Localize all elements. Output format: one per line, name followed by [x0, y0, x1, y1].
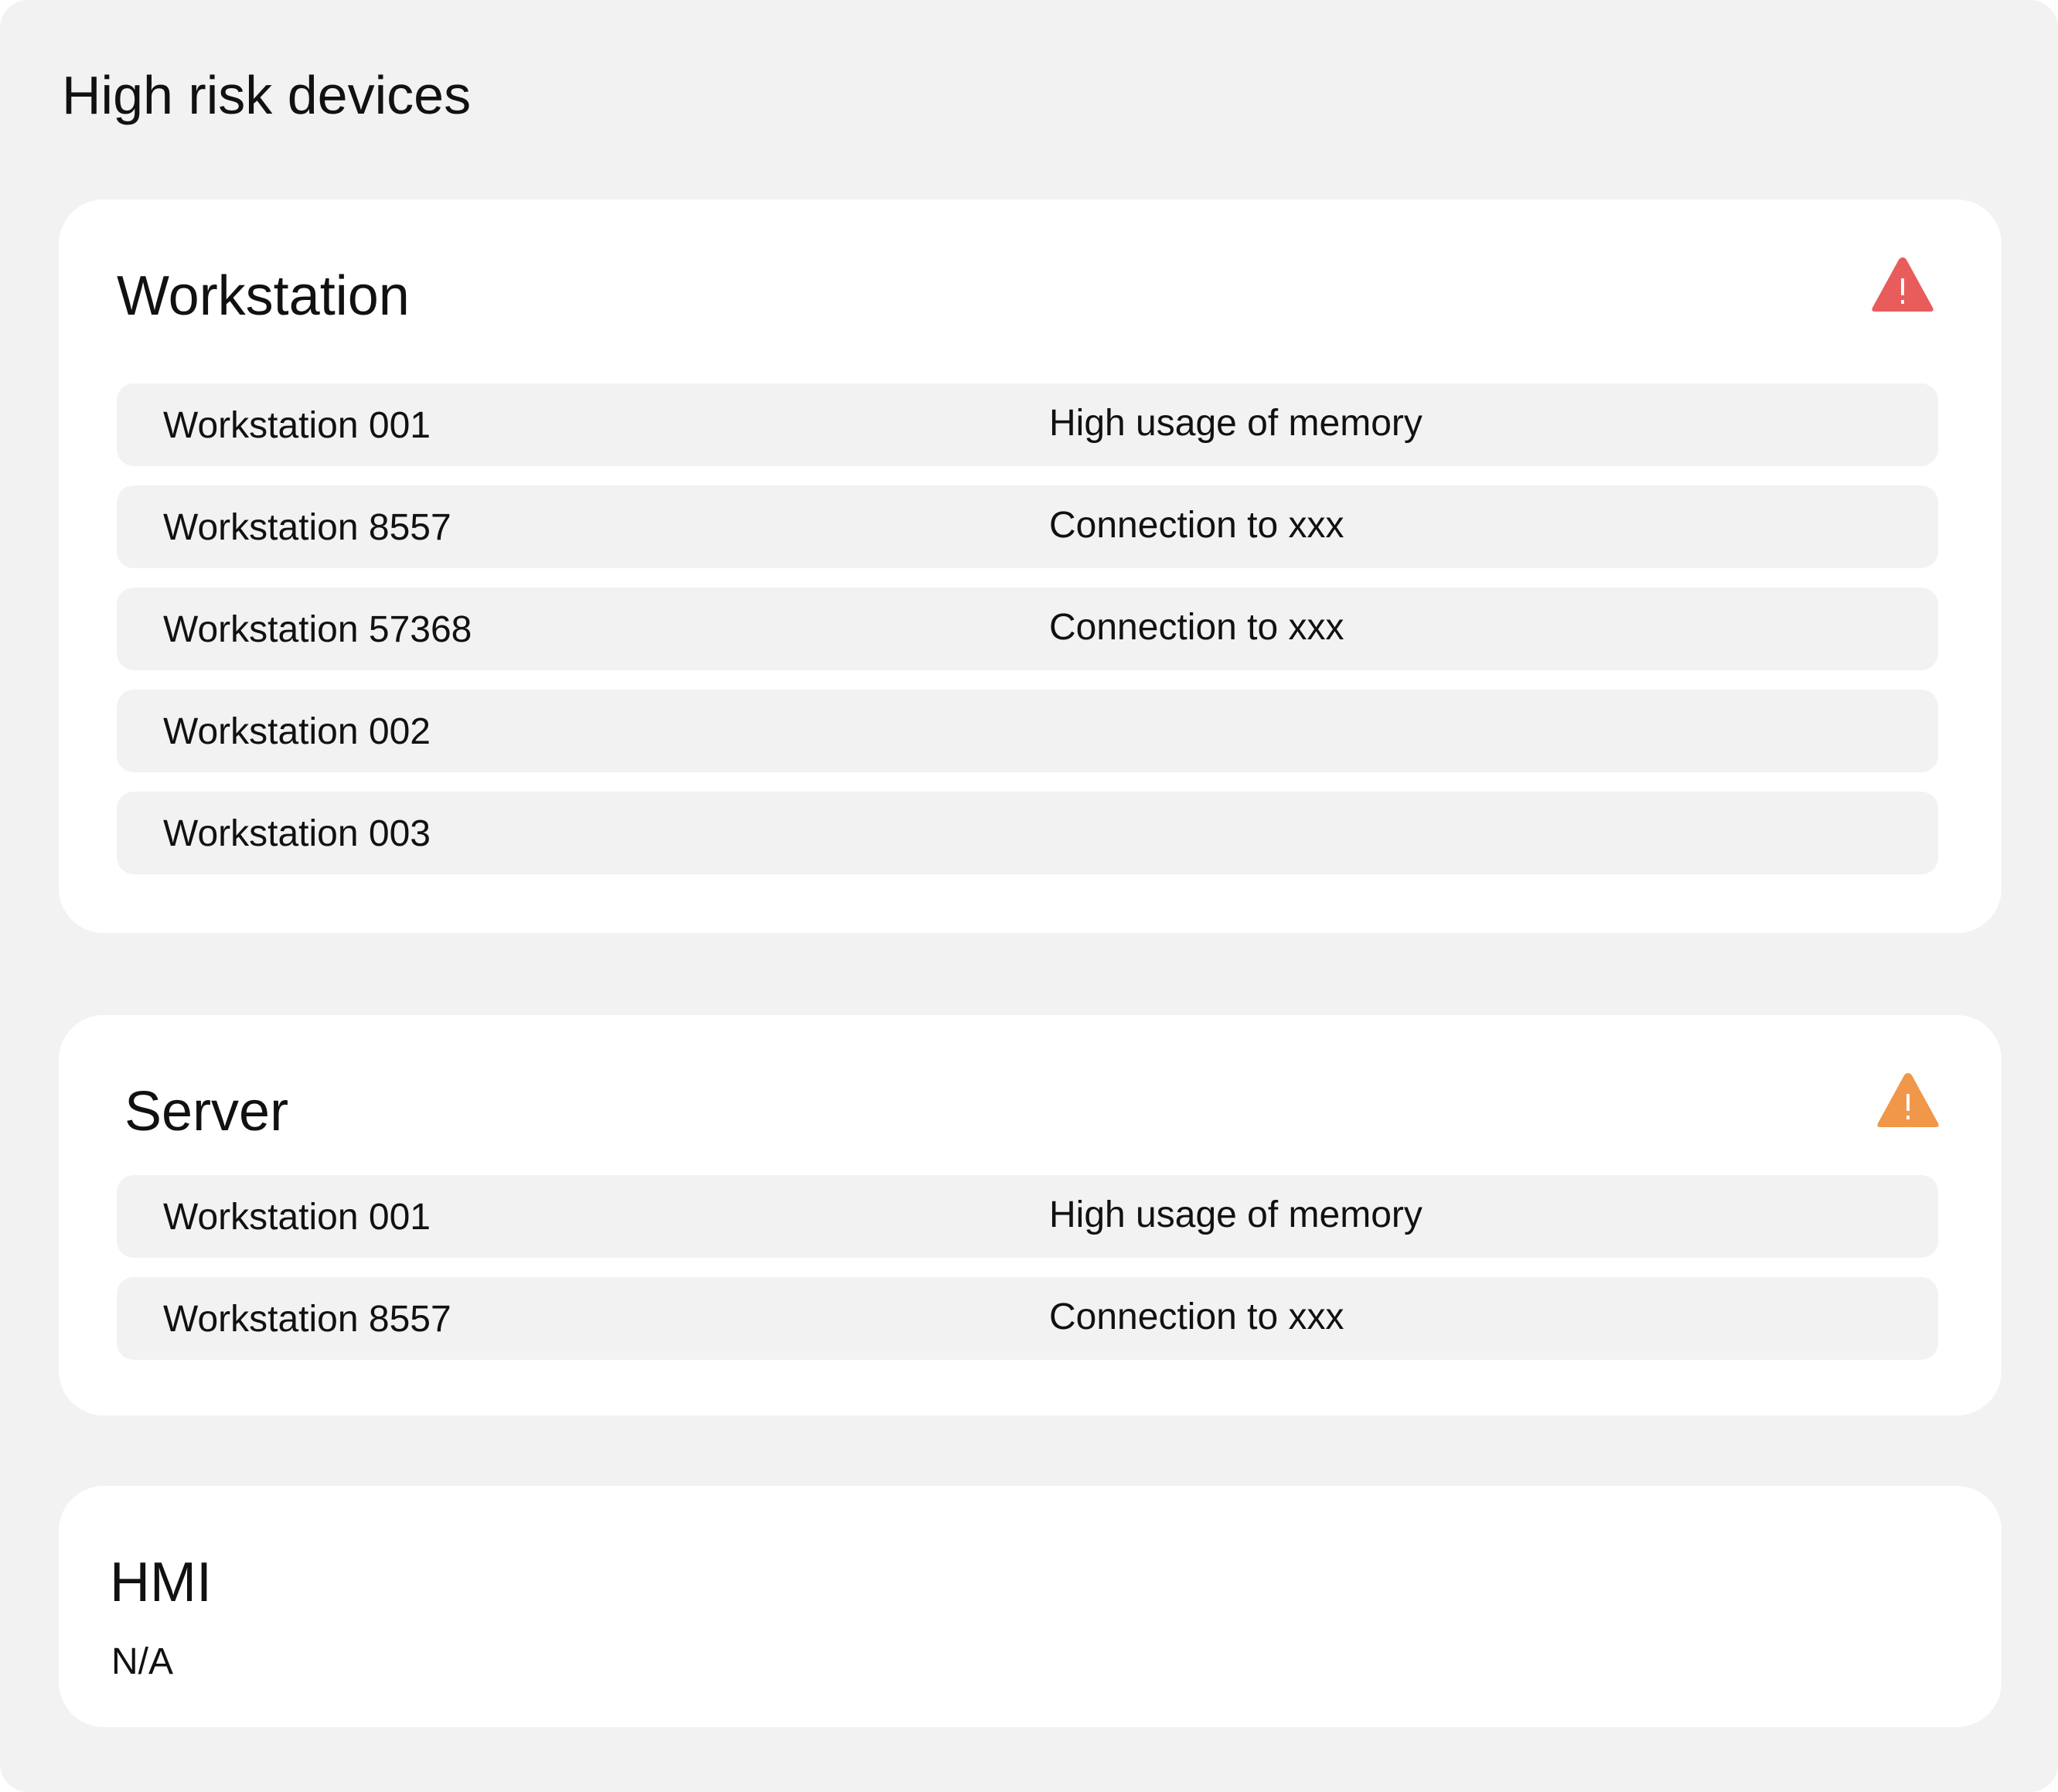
device-name: Workstation 001 — [163, 405, 431, 446]
device-name: Workstation 8557 — [163, 507, 451, 548]
warning-triangle-icon — [1877, 1073, 1939, 1127]
device-name: Workstation 003 — [163, 813, 431, 854]
table-row[interactable]: Workstation 002 — [117, 690, 1938, 772]
table-row[interactable]: Workstation 8557 Connection to xxx — [117, 1277, 1938, 1360]
table-row[interactable]: Workstation 001 High usage of memory — [117, 383, 1938, 466]
device-name: Workstation 8557 — [163, 1299, 451, 1340]
workstation-card: Workstation Workstation 001 High usage o… — [59, 199, 2002, 933]
empty-state-text: N/A — [111, 1641, 174, 1682]
card-title: Server — [124, 1081, 289, 1143]
server-card: Server Workstation 001 High usage of mem… — [59, 1015, 2002, 1416]
table-row[interactable]: Workstation 001 High usage of memory — [117, 1175, 1938, 1258]
device-name: Workstation 002 — [163, 711, 431, 752]
device-issue: Connection to xxx — [1049, 607, 1344, 648]
card-title: HMI — [110, 1552, 212, 1613]
table-row[interactable]: Workstation 003 — [117, 792, 1938, 874]
high-risk-devices-panel: High risk devices Workstation Workstatio… — [0, 0, 2058, 1792]
device-name: Workstation 001 — [163, 1197, 431, 1238]
warning-triangle-icon — [1872, 257, 1934, 312]
table-row[interactable]: Workstation 8557 Connection to xxx — [117, 485, 1938, 568]
device-issue: Connection to xxx — [1049, 505, 1344, 546]
device-name: Workstation 57368 — [163, 609, 472, 650]
device-issue: Connection to xxx — [1049, 1296, 1344, 1337]
device-issue: High usage of memory — [1049, 403, 1423, 444]
hmi-card: HMI N/A — [59, 1486, 2002, 1727]
device-issue: High usage of memory — [1049, 1194, 1423, 1235]
card-title: Workstation — [117, 265, 410, 327]
page-title: High risk devices — [62, 65, 472, 125]
table-row[interactable]: Workstation 57368 Connection to xxx — [117, 588, 1938, 670]
